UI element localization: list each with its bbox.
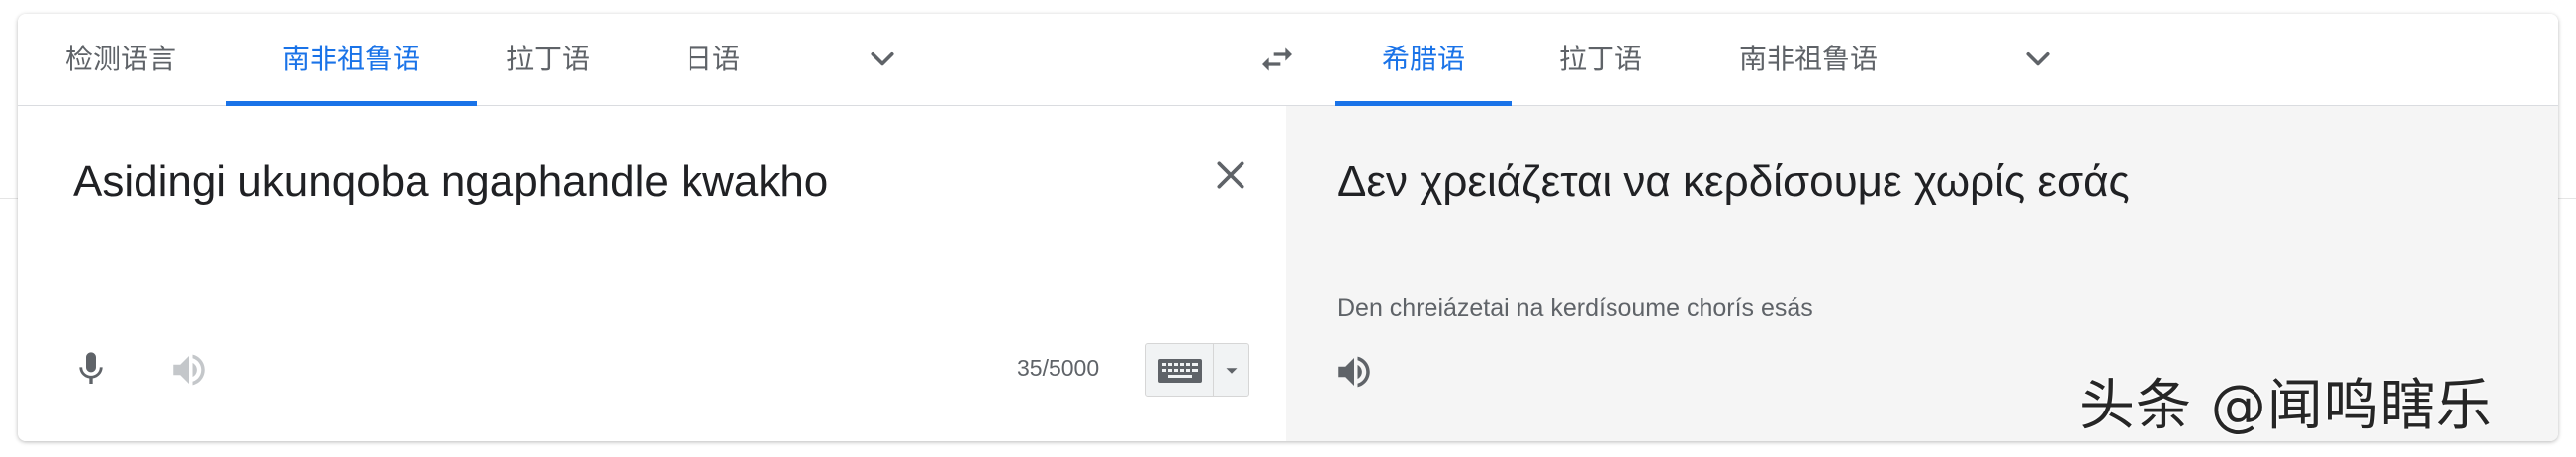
- tab-target-latin[interactable]: 拉丁语: [1559, 14, 1642, 105]
- character-count: 35/5000: [1017, 355, 1100, 381]
- tab-detect-language[interactable]: 检测语言: [65, 14, 176, 105]
- chevron-down-icon[interactable]: [2020, 42, 2056, 77]
- source-text-input[interactable]: Asidingi ukunqoba ngaphandle kwakho: [73, 157, 828, 207]
- tab-source-zulu[interactable]: 南非祖鲁语: [226, 14, 477, 106]
- speaker-icon[interactable]: [168, 349, 210, 391]
- tab-source-japanese[interactable]: 日语: [685, 14, 740, 105]
- watermark: 头条 @闻鸣瞎乐: [2079, 374, 2493, 438]
- swap-icon[interactable]: [1257, 40, 1297, 79]
- page: 检测语言 南非祖鲁语 拉丁语 日语 希腊语 拉丁语 南非祖鲁语 Asidingi…: [0, 0, 2576, 457]
- keyboard-button[interactable]: [1145, 343, 1249, 397]
- tab-target-zulu[interactable]: 南非祖鲁语: [1739, 14, 1878, 105]
- close-icon[interactable]: [1211, 155, 1250, 195]
- speaker-icon[interactable]: [1334, 351, 1375, 393]
- translation-text: Δεν χρειάζεται να κερδίσουμε χωρίς εσάς: [1337, 157, 2130, 206]
- language-tab-bar: 检测语言 南非祖鲁语 拉丁语 日语 希腊语 拉丁语 南非祖鲁语: [18, 14, 2558, 106]
- chevron-down-icon[interactable]: [865, 42, 900, 77]
- transliteration-text: Den chreiázetai na kerdísoume chorís esá…: [1337, 294, 1813, 321]
- tab-source-latin[interactable]: 拉丁语: [506, 14, 590, 105]
- keyboard-divider: [1213, 344, 1214, 396]
- source-pane: Asidingi ukunqoba ngaphandle kwakho 35/5…: [18, 106, 1286, 441]
- caret-down-icon[interactable]: [1221, 360, 1242, 382]
- keyboard-icon[interactable]: [1155, 355, 1205, 387]
- tab-target-greek[interactable]: 希腊语: [1335, 14, 1512, 106]
- microphone-icon[interactable]: [71, 349, 111, 389]
